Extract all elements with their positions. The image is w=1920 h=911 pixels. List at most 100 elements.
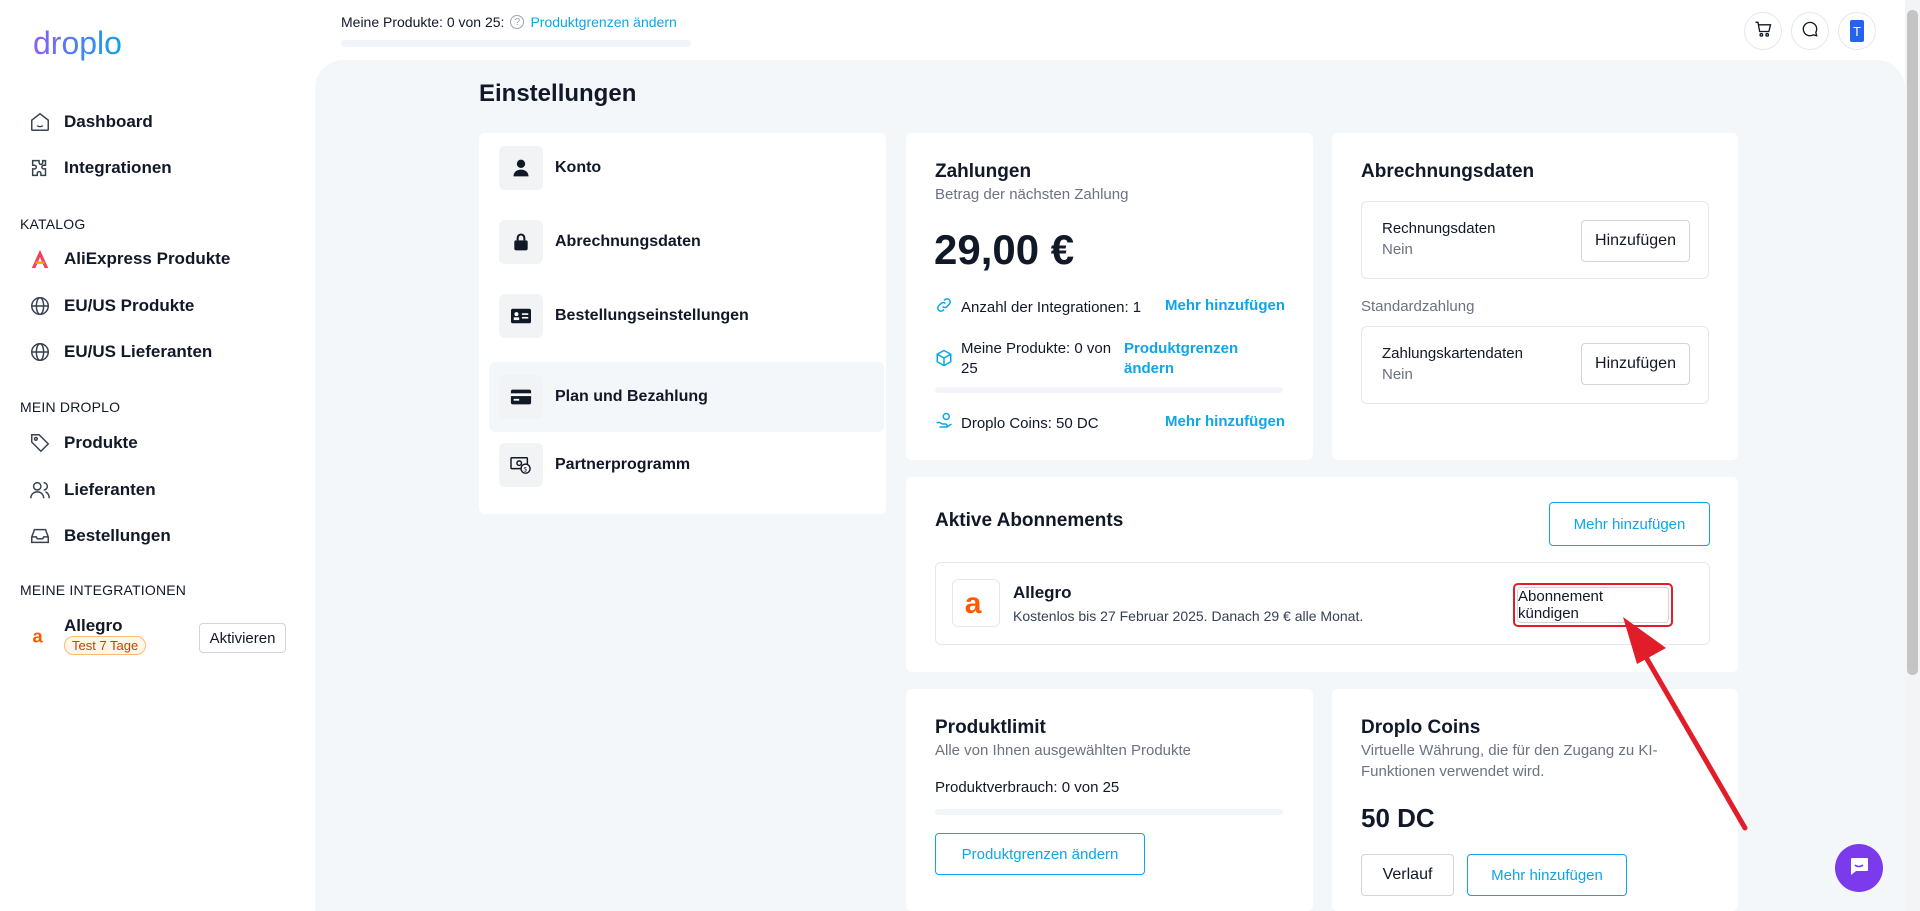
globe-icon [28, 294, 52, 318]
integration-name: Allegro [64, 616, 123, 635]
topbar-product-limit: Meine Produkte: 0 von 25: ? Produktgrenz… [341, 14, 677, 30]
billing-card: Abrechnungsdaten Rechnungsdaten Nein Hin… [1332, 133, 1738, 460]
section-mein-droplo: MEIN DROPLO [20, 399, 121, 415]
integration-allegro: a Allegro Test 7 Tage [28, 616, 147, 655]
menu-label: Bestellungseinstellungen [555, 307, 749, 324]
payments-title: Zahlungen [935, 161, 1032, 182]
add-coins-link[interactable]: Mehr hinzufügen [1165, 413, 1285, 430]
subscriptions-title: Aktive Abonnements [935, 510, 1124, 531]
svg-text:a: a [33, 626, 44, 646]
nav-dashboard[interactable]: Dashboard [28, 106, 153, 138]
svg-text:$: $ [523, 466, 527, 473]
nav-euus-suppliers-label: EU/US Lieferanten [64, 342, 213, 361]
allegro-icon: a [28, 624, 52, 648]
product-limit-title: Produktlimit [935, 717, 1046, 738]
nav-integrations[interactable]: Integrationen [28, 152, 172, 184]
coins-row: Droplo Coins: 50 DC [935, 412, 1099, 435]
droplo-coins-card: Droplo Coins Virtuelle Währung, die für … [1332, 689, 1738, 911]
menu-label: Abrechnungsdaten [555, 233, 701, 250]
aliexpress-icon [28, 247, 52, 271]
nav-euus-products-label: EU/US Produkte [64, 296, 195, 315]
change-limits-button[interactable]: Produktgrenzen ändern [935, 833, 1145, 875]
link-icon [935, 296, 953, 319]
payments-card: Zahlungen Betrag der nächsten Zahlung 29… [906, 133, 1313, 460]
nav-orders[interactable]: Bestellungen [28, 520, 171, 552]
chat-bubble-icon [1847, 854, 1871, 883]
invoice-data-box: Rechnungsdaten Nein Hinzufügen [1361, 201, 1709, 279]
products-count-text: Meine Produkte: 0 von 25 [961, 340, 1112, 377]
person-icon [499, 146, 543, 190]
nav-orders-label: Bestellungen [64, 526, 171, 545]
id-card-icon [499, 294, 543, 338]
coins-amount: 50 DC [1361, 803, 1435, 833]
nav-euus-products[interactable]: EU/US Produkte [28, 290, 194, 322]
inbox-icon [28, 524, 52, 548]
topbar-progress-bar [341, 40, 691, 47]
globe-icon [28, 340, 52, 364]
nav-aliexpress-label: AliExpress Produkte [64, 249, 231, 268]
coins-history-button[interactable]: Verlauf [1361, 854, 1454, 896]
invoice-value: Nein [1382, 241, 1413, 258]
menu-label: Plan und Bezahlung [555, 388, 708, 405]
products-count-row: Meine Produkte: 0 von 25 [935, 339, 1121, 379]
menu-item-abrechnungsdaten[interactable]: Abrechnungsdaten [489, 207, 884, 277]
add-invoice-button[interactable]: Hinzufügen [1581, 220, 1690, 262]
nav-euus-suppliers[interactable]: EU/US Lieferanten [28, 336, 212, 368]
add-card-button[interactable]: Hinzufügen [1581, 343, 1690, 385]
product-limit-card: Produktlimit Alle von Ihnen ausgewählten… [906, 689, 1313, 911]
card-data-box: Zahlungskartendaten Nein Hinzufügen [1361, 326, 1709, 404]
product-limit-subtitle: Alle von Ihnen ausgewählten Produkte [935, 742, 1192, 759]
card-value: Nein [1382, 366, 1413, 383]
box-icon [935, 349, 953, 372]
integrations-count-row: Anzahl der Integrationen: 1 [935, 296, 1141, 319]
allegro-icon: a [952, 579, 1000, 627]
users-icon [28, 478, 52, 502]
nav-suppliers-label: Lieferanten [64, 480, 156, 499]
topbar-change-limits-link[interactable]: Produktgrenzen ändern [530, 14, 676, 30]
nav-suppliers[interactable]: Lieferanten [28, 474, 156, 506]
cart-button[interactable] [1744, 12, 1782, 50]
nav-products-label: Produkte [64, 433, 138, 452]
cart-icon [1753, 19, 1773, 44]
droplo-logo[interactable]: droplo [33, 24, 143, 64]
nav-integrations-label: Integrationen [64, 158, 172, 177]
coins-title: Droplo Coins [1361, 717, 1481, 738]
payments-subtitle: Betrag der nächsten Zahlung [935, 186, 1129, 203]
menu-item-konto[interactable]: Konto [489, 133, 884, 203]
credit-card-icon [499, 375, 543, 419]
money-icon: $ [499, 443, 543, 487]
products-progress-bar [935, 387, 1283, 393]
nav-aliexpress[interactable]: AliExpress Produkte [28, 243, 230, 275]
trial-badge: Test 7 Tage [64, 636, 147, 655]
support-chat-button[interactable] [1835, 844, 1883, 892]
section-catalog: KATALOG [20, 216, 86, 232]
sidebar: droplo Dashboard Integrationen KATALOG A… [0, 0, 310, 911]
add-subscription-button[interactable]: Mehr hinzufügen [1549, 502, 1710, 546]
cancel-subscription-button[interactable]: Abonnement kündigen [1517, 587, 1669, 623]
topbar-products-text: Meine Produkte: 0 von 25: [341, 14, 505, 30]
add-integrations-link[interactable]: Mehr hinzufügen [1165, 297, 1285, 314]
product-usage-text: Produktverbrauch: 0 von 25 [935, 779, 1120, 796]
menu-item-plan-und-bezahlung[interactable]: Plan und Bezahlung [489, 362, 884, 432]
lock-icon [499, 220, 543, 264]
settings-menu: Konto Abrechnungsdaten Bestellungseinste… [479, 133, 886, 514]
page-scrollbar-thumb[interactable] [1907, 10, 1918, 675]
user-menu-button[interactable]: T [1838, 12, 1876, 50]
activate-button[interactable]: Aktivieren [199, 623, 286, 653]
menu-item-partnerprogramm[interactable]: $ Partnerprogramm [489, 430, 884, 500]
nav-dashboard-label: Dashboard [64, 112, 153, 131]
payment-amount: 29,00 € [934, 226, 1075, 273]
subscriptions-card: Aktive Abonnements Mehr hinzufügen a All… [906, 477, 1738, 672]
standard-payment-label: Standardzahlung [1361, 298, 1475, 315]
menu-label: Partnerprogramm [555, 456, 691, 473]
menu-label: Konto [555, 159, 602, 176]
chat-button[interactable] [1791, 12, 1829, 50]
help-icon[interactable]: ? [510, 15, 525, 29]
card-label: Zahlungskartendaten [1382, 345, 1523, 362]
add-coins-button[interactable]: Mehr hinzufügen [1467, 854, 1627, 896]
change-product-limits-link[interactable]: Produktgrenzen ändern [1124, 339, 1264, 379]
menu-item-bestellungseinstellungen[interactable]: Bestellungseinstellungen [489, 281, 884, 351]
subscription-description: Kostenlos bis 27 Februar 2025. Danach 29… [1013, 608, 1364, 624]
nav-products[interactable]: Produkte [28, 427, 138, 459]
product-usage-progress [935, 809, 1283, 815]
